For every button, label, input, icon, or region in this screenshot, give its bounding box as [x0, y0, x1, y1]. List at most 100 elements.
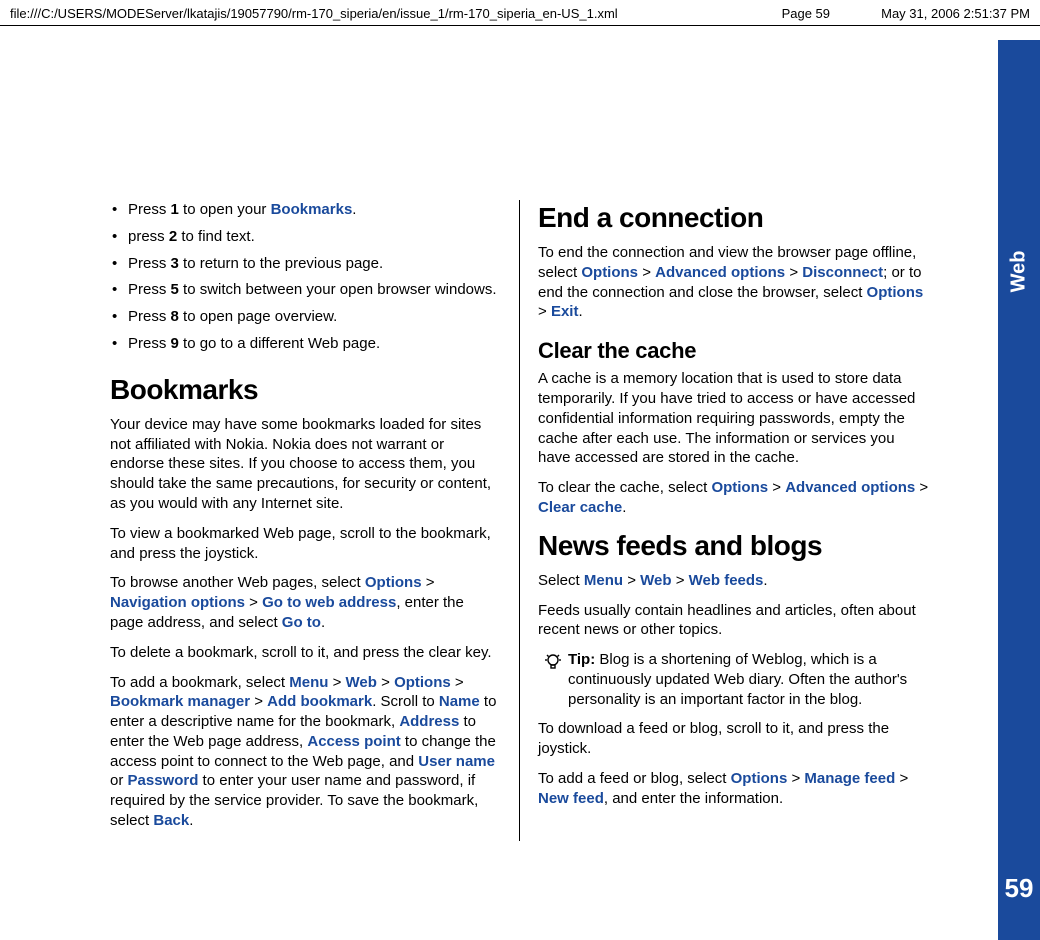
text: >: [623, 572, 640, 589]
ui-term: Bookmark manager: [110, 693, 250, 710]
ui-term: Web: [640, 572, 671, 589]
text: >: [638, 264, 655, 281]
text: . Scroll to: [372, 693, 439, 710]
ui-term: Menu: [584, 572, 623, 589]
list-item: Press 5 to switch between your open brow…: [110, 280, 501, 300]
paragraph: To delete a bookmark, scroll to it, and …: [110, 643, 501, 663]
ui-term: Exit: [551, 303, 579, 320]
list-item: Press 1 to open your Bookmarks.: [110, 200, 501, 220]
ui-term: Navigation options: [110, 594, 245, 611]
side-tab: Web 59: [998, 40, 1040, 940]
ui-term: Options: [731, 770, 788, 787]
text: >: [787, 770, 804, 787]
text: .: [763, 572, 767, 589]
header-file-path: file:///C:/USERS/MODEServer/lkatajis/190…: [10, 6, 760, 21]
text: to switch between your open browser wind…: [179, 281, 497, 298]
side-tab-label: Web: [1008, 251, 1031, 293]
text: Press: [128, 308, 171, 325]
paragraph: To add a feed or blog, select Options > …: [538, 769, 930, 809]
text: >: [377, 674, 394, 691]
ui-term: Add bookmark: [267, 693, 372, 710]
key-label: 5: [171, 281, 179, 298]
ui-term: Menu: [289, 674, 328, 691]
heading-news-feeds: News feeds and blogs: [538, 528, 930, 565]
text: To add a bookmark, select: [110, 674, 289, 691]
ui-term: Advanced options: [655, 264, 785, 281]
text: >: [422, 574, 435, 591]
ui-term: Access point: [307, 733, 400, 750]
text: .: [578, 303, 582, 320]
text: >: [538, 303, 551, 320]
ui-term: Name: [439, 693, 480, 710]
text: Press: [128, 335, 171, 352]
text: to open your: [179, 201, 271, 218]
key-label: 2: [169, 228, 177, 245]
text: >: [785, 264, 802, 281]
ui-term: Disconnect: [802, 264, 883, 281]
shortcut-list: Press 1 to open your Bookmarks. press 2 …: [110, 200, 501, 354]
list-item: Press 3 to return to the previous page.: [110, 254, 501, 274]
ui-term: Back: [153, 812, 189, 829]
tip-block: Tip: Blog is a shortening of Weblog, whi…: [538, 650, 930, 709]
text: To clear the cache, select: [538, 479, 711, 496]
paragraph: To clear the cache, select Options > Adv…: [538, 478, 930, 518]
text: >: [328, 674, 345, 691]
list-item: press 2 to find text.: [110, 227, 501, 247]
heading-clear-cache: Clear the cache: [538, 336, 930, 365]
paragraph: To add a bookmark, select Menu > Web > O…: [110, 673, 501, 831]
key-label: 9: [171, 335, 179, 352]
paragraph: To browse another Web pages, select Opti…: [110, 573, 501, 632]
page-number: 59: [998, 873, 1040, 904]
right-column: End a connection To end the connection a…: [520, 200, 930, 841]
text: .: [352, 201, 356, 218]
left-column: Press 1 to open your Bookmarks. press 2 …: [110, 200, 520, 841]
ui-term: Options: [867, 284, 924, 301]
text: >: [250, 693, 267, 710]
text: To add a feed or blog, select: [538, 770, 731, 787]
paragraph: To download a feed or blog, scroll to it…: [538, 719, 930, 759]
list-item: Press 8 to open page overview.: [110, 307, 501, 327]
ui-term: Clear cache: [538, 499, 622, 516]
ui-term: User name: [418, 753, 495, 770]
ui-term: Options: [394, 674, 451, 691]
text: or: [110, 772, 128, 789]
ui-term: Web: [346, 674, 377, 691]
page-body: Web 59 Press 1 to open your Bookmarks. p…: [0, 20, 1040, 940]
list-item: Press 9 to go to a different Web page.: [110, 334, 501, 354]
paragraph: Select Menu > Web > Web feeds.: [538, 571, 930, 591]
ui-term: New feed: [538, 790, 604, 807]
text: Press: [128, 255, 171, 272]
ui-term: Go to: [282, 614, 321, 631]
text: .: [321, 614, 325, 631]
text: .: [622, 499, 626, 516]
text: .: [189, 812, 193, 829]
heading-end-connection: End a connection: [538, 200, 930, 237]
paragraph: Your device may have some bookmarks load…: [110, 415, 501, 514]
ui-term: Manage feed: [804, 770, 895, 787]
paragraph: A cache is a memory location that is use…: [538, 369, 930, 468]
content-columns: Press 1 to open your Bookmarks. press 2 …: [0, 200, 1040, 841]
ui-term: Go to web address: [262, 594, 396, 611]
heading-bookmarks: Bookmarks: [110, 372, 501, 409]
text: >: [895, 770, 908, 787]
ui-term: Address: [399, 713, 459, 730]
text: Press: [128, 201, 171, 218]
paragraph: To end the connection and view the brows…: [538, 243, 930, 322]
paragraph: Feeds usually contain headlines and arti…: [538, 601, 930, 641]
tip-icon: [538, 650, 568, 709]
text: >: [245, 594, 262, 611]
ui-term: Options: [581, 264, 638, 281]
key-label: 3: [171, 255, 179, 272]
text: to find text.: [177, 228, 255, 245]
ui-term: Options: [711, 479, 768, 496]
text: to open page overview.: [179, 308, 337, 325]
lightbulb-icon: [543, 652, 563, 672]
text: >: [768, 479, 785, 496]
text: press: [128, 228, 169, 245]
text: >: [451, 674, 464, 691]
text: , and enter the information.: [604, 790, 783, 807]
key-label: 1: [171, 201, 179, 218]
text: >: [672, 572, 689, 589]
ui-term: Options: [365, 574, 422, 591]
tip-label: Tip:: [568, 651, 595, 668]
